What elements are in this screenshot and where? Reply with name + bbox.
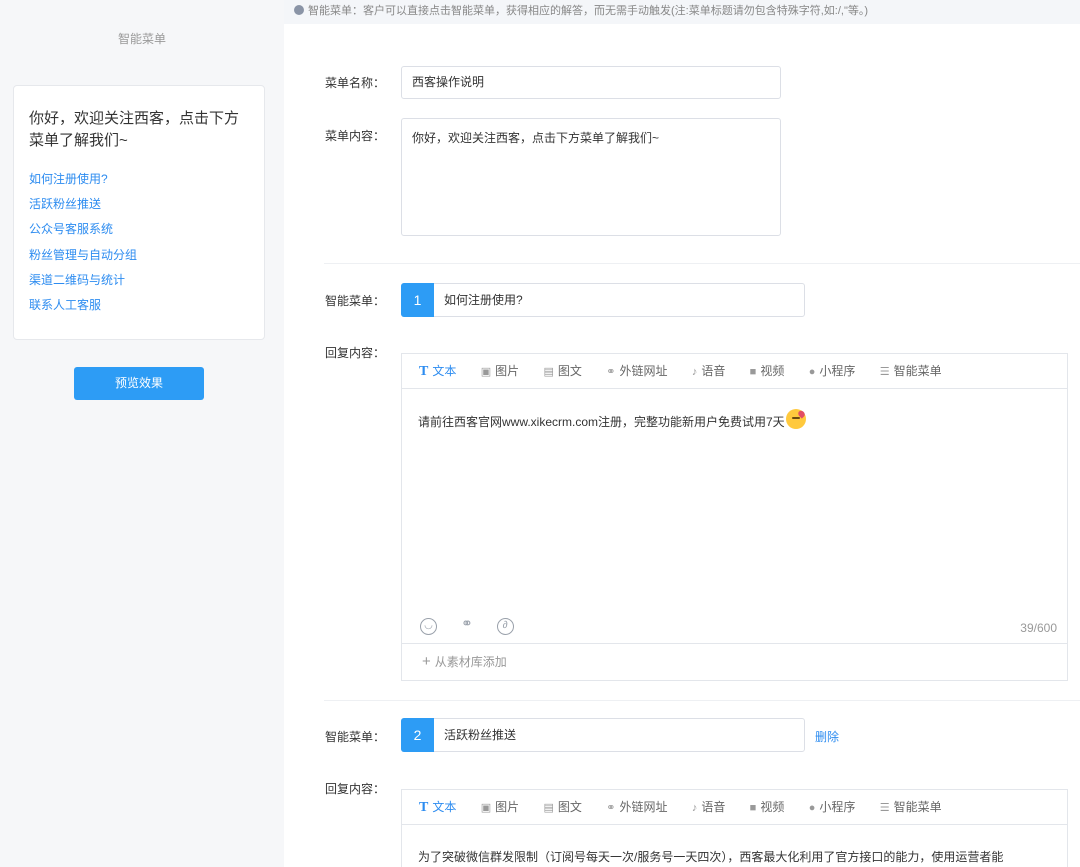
video-icon: ■: [749, 802, 757, 814]
tab-smart-menu[interactable]: ☰ 智能菜单: [880, 790, 942, 826]
divider: [324, 263, 1080, 264]
miniprogram-link-icon[interactable]: ∂: [496, 618, 514, 635]
miniprogram-icon: ●: [808, 366, 816, 378]
divider: [324, 700, 1080, 701]
tab-link[interactable]: ⚭ 外链网址: [606, 354, 667, 390]
text-icon: T: [419, 364, 429, 379]
link-icon: ⚭: [606, 366, 616, 378]
menu-title-text: 如何注册使用?: [444, 293, 523, 307]
char-count: 39/600: [1020, 621, 1057, 635]
tab-miniprogram[interactable]: ● 小程序: [809, 354, 856, 390]
delete-menu-link[interactable]: 删除: [815, 728, 839, 745]
menu-number-badge: 1: [401, 283, 434, 317]
article-icon: ▤: [543, 366, 554, 378]
smart-menu-label: 智能菜单：: [325, 730, 386, 744]
tab-text[interactable]: T 文本: [419, 790, 456, 825]
miniprogram-icon: ●: [808, 802, 816, 814]
smart-menu-title-input[interactable]: 2 活跃粉丝推送: [401, 718, 805, 752]
reply-type-tabs: T 文本 ▣ 图片 ▤ 图文 ⚭ 外链网址 ♪ 语音 ■ 视频 ● 小程序 ☰ 智能菜单: [402, 354, 1067, 389]
tip-bar: 智能菜单：客户可以直接点击智能菜单，获得相应的解答，而无需手动触发(注:菜单标题…: [284, 0, 1080, 24]
link-icon: ⚭: [606, 802, 616, 814]
preview-menu-item[interactable]: 联系人工客服: [29, 296, 137, 321]
preview-card: 你好，欢迎关注西客，点击下方菜单了解我们~ 如何注册使用? 活跃粉丝推送 公众号…: [13, 85, 265, 340]
tab-article[interactable]: ▤ 图文: [543, 354, 581, 390]
preview-title: 智能菜单: [117, 32, 166, 46]
reply-text: 请前往西客官网www.xikecrm.com注册，完整功能新用户免费试用7天: [418, 409, 806, 430]
add-from-library[interactable]: + 从素材库添加: [402, 643, 1067, 680]
tab-voice[interactable]: ♪ 语音: [692, 790, 726, 826]
tab-image[interactable]: ▣ 图片: [481, 790, 519, 826]
reply-text: 为了突破微信群发限制（订阅号每天一次/服务号一天四次），西客最大化利用了官方接口…: [418, 850, 1004, 864]
preview-panel: 智能菜单 你好，欢迎关注西客，点击下方菜单了解我们~ 如何注册使用? 活跃粉丝推…: [0, 0, 284, 867]
preview-menu-item[interactable]: 渠道二维码与统计: [29, 271, 137, 296]
tab-voice[interactable]: ♪ 语音: [692, 354, 726, 390]
preview-menu-item[interactable]: 公众号客服系统: [29, 220, 137, 245]
plus-icon: +: [422, 653, 431, 670]
reply-content-label: 回复内容：: [325, 346, 386, 360]
text-icon: T: [419, 800, 429, 815]
link-icon[interactable]: ⚭: [458, 615, 475, 632]
tab-link[interactable]: ⚭ 外链网址: [606, 790, 667, 826]
preview-greeting: 你好，欢迎关注西客，点击下方菜单了解我们~: [29, 110, 240, 149]
tab-smart-menu[interactable]: ☰ 智能菜单: [880, 354, 942, 390]
video-icon: ■: [749, 366, 757, 378]
tab-video[interactable]: ■ 视频: [750, 354, 785, 390]
kiss-emoji-icon: [785, 409, 806, 429]
preview-menu-list: 如何注册使用? 活跃粉丝推送 公众号客服系统 粉丝管理与自动分组 渠道二维码与统…: [29, 170, 137, 321]
reply-text-area[interactable]: 为了突破微信群发限制（订阅号每天一次/服务号一天四次），西客最大化利用了官方接口…: [402, 825, 1067, 867]
emoji-icon[interactable]: ◡: [420, 618, 437, 635]
menu-icon: ☰: [879, 366, 890, 378]
voice-icon: ♪: [691, 366, 698, 378]
reply-text-area[interactable]: 请前往西客官网www.xikecrm.com注册，完整功能新用户免费试用7天 ◡…: [402, 389, 1067, 643]
menu-icon: ☰: [879, 802, 890, 814]
tab-video[interactable]: ■ 视频: [750, 790, 785, 826]
smart-menu-label: 智能菜单：: [325, 294, 386, 308]
editor-tools: ◡ ⚭ ∂: [420, 615, 532, 635]
voice-icon: ♪: [691, 802, 698, 814]
tab-miniprogram[interactable]: ● 小程序: [809, 790, 856, 826]
reply-editor: T 文本 ▣ 图片 ▤ 图文 ⚭ 外链网址 ♪ 语音 ■ 视频 ● 小程序 ☰ 智能菜单 请前往…: [401, 353, 1068, 681]
image-icon: ▣: [480, 802, 492, 814]
menu-content-label: 菜单内容：: [325, 129, 386, 143]
preview-button[interactable]: 预览效果: [74, 367, 204, 400]
image-icon: ▣: [480, 366, 492, 378]
preview-menu-item[interactable]: 如何注册使用?: [29, 170, 137, 195]
menu-name-label: 菜单名称：: [325, 76, 386, 90]
smart-menu-title-input[interactable]: 1 如何注册使用?: [401, 283, 805, 317]
reply-type-tabs: T 文本 ▣ 图片 ▤ 图文 ⚭ 外链网址 ♪ 语音 ■ 视频 ● 小程序 ☰ 智能菜单: [402, 790, 1067, 825]
reply-editor: T 文本 ▣ 图片 ▤ 图文 ⚭ 外链网址 ♪ 语音 ■ 视频 ● 小程序 ☰ 智能菜单 为了突…: [401, 789, 1068, 867]
menu-title-text: 活跃粉丝推送: [444, 728, 517, 742]
menu-content-textarea[interactable]: 你好，欢迎关注西客，点击下方菜单了解我们~: [401, 118, 781, 236]
tab-article[interactable]: ▤ 图文: [543, 790, 581, 826]
reply-content-label: 回复内容：: [325, 782, 386, 796]
info-icon: [294, 5, 304, 15]
tab-image[interactable]: ▣ 图片: [481, 354, 519, 390]
preview-menu-item[interactable]: 粉丝管理与自动分组: [29, 246, 137, 271]
menu-name-input[interactable]: 西客操作说明: [401, 66, 781, 99]
menu-number-badge: 2: [401, 718, 434, 752]
article-icon: ▤: [543, 802, 554, 814]
tab-text[interactable]: T 文本: [419, 354, 456, 389]
preview-menu-item[interactable]: 活跃粉丝推送: [29, 195, 137, 220]
tip-text: 智能菜单：客户可以直接点击智能菜单，获得相应的解答，而无需手动触发(注:菜单标题…: [308, 5, 869, 17]
